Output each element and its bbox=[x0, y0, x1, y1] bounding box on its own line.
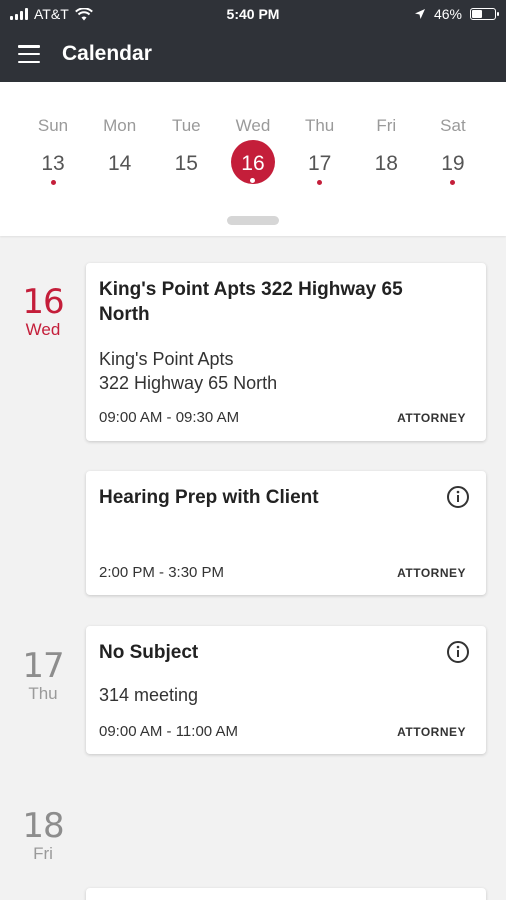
agenda-date-fri: 18 Fri bbox=[0, 808, 86, 864]
battery-fill bbox=[472, 10, 482, 18]
top-bar: AT&T 5:40 PM 46% Calendar bbox=[0, 0, 506, 82]
event-category: ATTORNEY bbox=[397, 566, 466, 580]
event-location-line: 322 Highway 65 North bbox=[99, 373, 278, 393]
week-day-name: Fri bbox=[376, 116, 397, 135]
menu-icon[interactable] bbox=[18, 45, 40, 63]
info-icon[interactable] bbox=[446, 485, 470, 509]
info-icon[interactable] bbox=[446, 640, 470, 664]
week-day-number: 14 bbox=[87, 152, 153, 194]
agenda-date-thu: 17 Thu bbox=[0, 648, 86, 704]
battery-percent: 46% bbox=[433, 6, 462, 22]
week-day-name: Thu bbox=[304, 116, 335, 135]
week-day-name: Sat bbox=[440, 116, 466, 135]
agenda-date-number: 17 bbox=[22, 646, 64, 686]
event-card[interactable]: No Subject 314 meeting 09:00 AM - 11:00 … bbox=[86, 626, 486, 754]
status-right: 46% bbox=[414, 6, 499, 22]
week-strip: Sun 13 Mon 14 Tue 15 Wed 16 Thu 17 Fri 18 Sat 19 bbox=[0, 82, 506, 236]
agenda-date-wed: 16 Wed bbox=[0, 284, 86, 340]
week-day-sun[interactable]: Sun 13 bbox=[20, 116, 86, 196]
page-title: Calendar bbox=[62, 42, 152, 65]
event-category: ATTORNEY bbox=[397, 725, 466, 739]
week-day-number-text: 19 bbox=[441, 152, 465, 175]
week-day-number: 13 bbox=[20, 152, 86, 194]
app-bar: Calendar bbox=[0, 30, 506, 82]
week-day-number: 15 bbox=[153, 152, 219, 194]
agenda-date-number: 16 bbox=[22, 282, 64, 322]
event-time: 09:00 AM - 11:00 AM bbox=[99, 723, 238, 740]
week-day-wed[interactable]: Wed 16 bbox=[220, 116, 286, 196]
week-day-number: 16 bbox=[220, 152, 286, 194]
week-day-fri[interactable]: Fri 18 bbox=[353, 116, 419, 196]
location-arrow-icon bbox=[414, 9, 425, 19]
agenda-date-weekday: Fri bbox=[33, 844, 53, 863]
week-day-sat[interactable]: Sat 19 bbox=[420, 116, 486, 196]
week-day-name: Mon bbox=[103, 116, 137, 135]
week-day-mon[interactable]: Mon 14 bbox=[87, 116, 153, 196]
expand-handle[interactable] bbox=[227, 216, 279, 225]
agenda-date-weekday: Thu bbox=[28, 684, 58, 703]
event-card[interactable] bbox=[86, 888, 486, 900]
event-title: No Subject bbox=[99, 642, 199, 663]
week-day-name: Tue bbox=[171, 116, 201, 135]
event-time: 2:00 PM - 3:30 PM bbox=[99, 564, 225, 581]
week-day-number-text: 13 bbox=[41, 152, 65, 175]
event-indicator-dot bbox=[50, 180, 56, 185]
week-day-name: Wed bbox=[235, 116, 271, 135]
event-category: ATTORNEY bbox=[397, 411, 466, 425]
event-title: Hearing Prep with Client bbox=[99, 487, 319, 508]
week-day-number-text: 16 bbox=[241, 152, 265, 175]
event-location: 314 meeting bbox=[99, 685, 199, 705]
event-card[interactable]: King's Point Apts 322 Highway 65 North K… bbox=[86, 263, 486, 441]
week-day-number: 17 bbox=[287, 152, 353, 194]
week-day-name: Sun bbox=[37, 116, 69, 135]
agenda-date-weekday: Wed bbox=[25, 320, 61, 339]
week-day-thu[interactable]: Thu 17 bbox=[287, 116, 353, 196]
status-bar: AT&T 5:40 PM 46% bbox=[0, 0, 506, 30]
week-days: Sun 13 Mon 14 Tue 15 Wed 16 Thu 17 Fri 18 Sat 19 bbox=[20, 116, 486, 196]
battery-icon bbox=[470, 8, 499, 20]
week-day-number-text: 18 bbox=[374, 152, 398, 175]
event-time: 09:00 AM - 09:30 AM bbox=[99, 409, 240, 426]
week-day-number-text: 17 bbox=[307, 152, 332, 175]
week-day-number: 18 bbox=[353, 152, 419, 194]
agenda-date-number: 18 bbox=[22, 806, 64, 846]
week-day-tue[interactable]: Tue 15 bbox=[153, 116, 219, 196]
event-location-line: King's Point Apts bbox=[99, 349, 234, 369]
week-day-number: 19 bbox=[420, 152, 486, 194]
agenda-list: 16 Wed King's Point Apts 322 Highway 65 … bbox=[0, 236, 506, 900]
event-location: King's Point Apts 322 Highway 65 North bbox=[99, 347, 277, 395]
week-day-number-text: 15 bbox=[174, 152, 198, 175]
event-title: King's Point Apts 322 Highway 65 North bbox=[99, 279, 403, 325]
week-day-number-text: 14 bbox=[107, 152, 132, 175]
event-card[interactable]: Hearing Prep with Client 2:00 PM - 3:30 … bbox=[86, 471, 486, 595]
